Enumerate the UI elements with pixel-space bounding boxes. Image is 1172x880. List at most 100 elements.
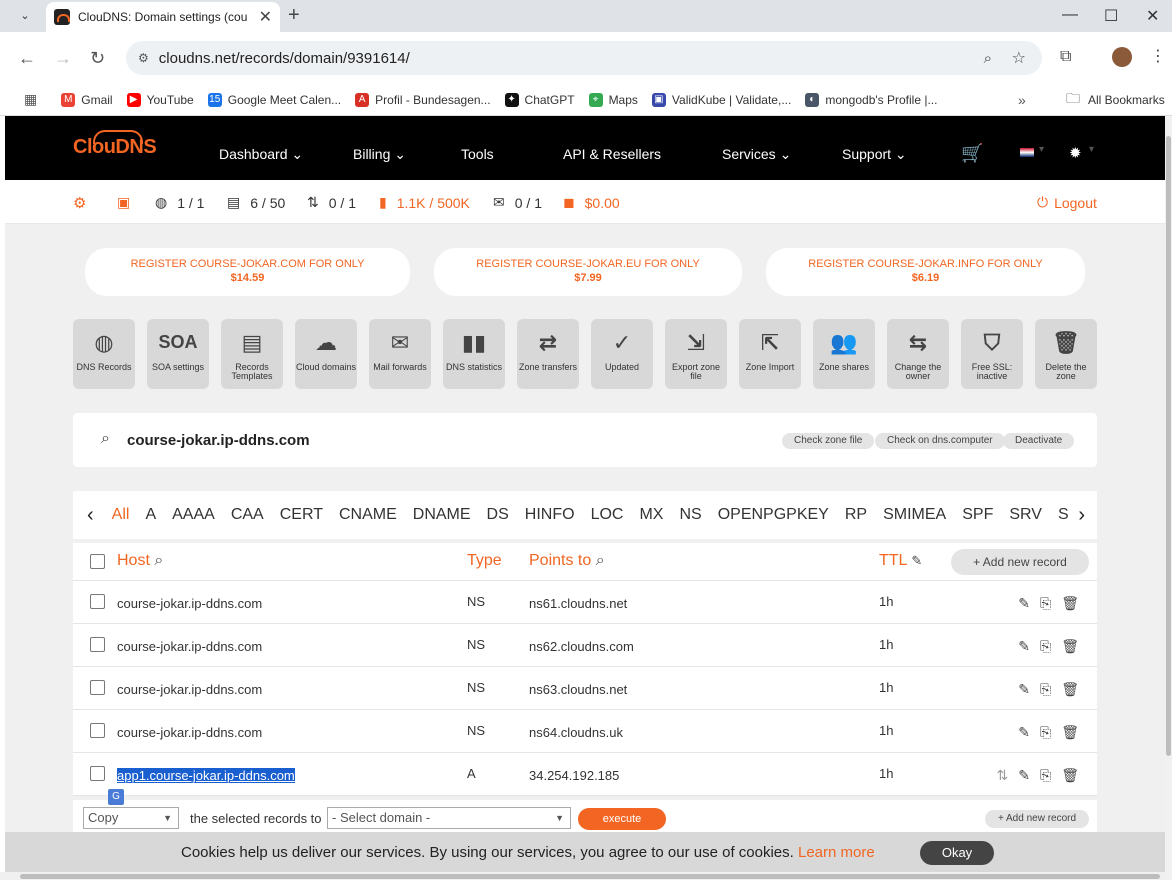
profile-avatar[interactable] (1112, 47, 1132, 67)
okay-button[interactable]: Okay (920, 841, 994, 865)
promo-eu[interactable]: REGISTER COURSE-JOKAR.EU FOR ONLY $7.99 (434, 248, 742, 296)
translate-icon[interactable]: G (108, 789, 124, 805)
row-host[interactable]: course-jokar.ip-ddns.com (117, 596, 262, 611)
apps-grid-icon[interactable]: ▦ (24, 91, 37, 108)
all-bookmarks[interactable]: 🗀 All Bookmarks (1066, 88, 1165, 112)
filter-mx[interactable]: MX (639, 506, 663, 524)
edit-icon[interactable]: ✎ (1018, 595, 1030, 612)
bookmark-item[interactable]: ▶ YouTube (126, 92, 194, 107)
row-host[interactable]: course-jokar.ip-ddns.com (117, 725, 262, 740)
tool-owner[interactable]: ⇆ Change the owner (887, 319, 949, 389)
maximize-icon[interactable]: ☐ (1104, 6, 1118, 26)
tool-cloud[interactable]: ☁ Cloud domains (295, 319, 357, 389)
delete-icon[interactable]: 🗑 (1061, 595, 1079, 612)
filter-cname[interactable]: CNAME (339, 506, 397, 524)
tab-search-chevron-icon[interactable]: ⌄ (14, 6, 36, 26)
bookmark-item[interactable]: ✦ ChatGPT (504, 92, 575, 107)
filter-s[interactable]: S (1058, 506, 1069, 524)
reload-icon[interactable]: ↻ (90, 48, 105, 69)
host-header[interactable]: Host ⌕ (117, 552, 163, 570)
menu-dots-icon[interactable]: ⋮ (1150, 46, 1166, 66)
url-text[interactable]: cloudns.net/records/domain/9391614/ (159, 50, 410, 67)
edit-icon[interactable]: ✎ (1018, 681, 1030, 698)
row-host[interactable]: app1.course-jokar.ip-ddns.com (117, 768, 295, 783)
execute-button[interactable]: execute (578, 808, 666, 830)
nav-services[interactable]: Services ⌄ (722, 146, 791, 163)
delete-icon[interactable]: 🗑 (1061, 638, 1079, 655)
vertical-scrollbar[interactable] (1165, 116, 1172, 880)
filter-rp[interactable]: RP (845, 506, 867, 524)
filters-prev-icon[interactable]: ‹ (87, 504, 94, 527)
bookmark-item[interactable]: 15 Google Meet Calen... (207, 92, 341, 107)
delete-icon[interactable]: 🗑 (1061, 681, 1079, 698)
copy-record-icon[interactable]: ⎘ (1040, 724, 1051, 741)
filter-caa[interactable]: CAA (231, 506, 264, 524)
more-bookmarks-icon[interactable]: » (1018, 92, 1026, 108)
uk-flag-icon[interactable] (1020, 148, 1034, 157)
theme-chevron-icon[interactable]: ▾ (1089, 144, 1094, 155)
language-chevron-icon[interactable]: ▾ (1039, 144, 1044, 155)
points-to-header[interactable]: Points to ⌕ (529, 552, 605, 570)
filter-smimea[interactable]: SMIMEA (883, 506, 946, 524)
row-host[interactable]: course-jokar.ip-ddns.com (117, 682, 262, 697)
tool-trash[interactable]: 🗑 Delete the zone (1035, 319, 1097, 389)
close-window-icon[interactable]: ✕ (1146, 6, 1159, 26)
theme-gear-icon[interactable]: ✹ (1069, 144, 1082, 162)
new-tab-icon[interactable]: + (288, 4, 300, 27)
tool-users[interactable]: 👥 Zone shares (813, 319, 875, 389)
tool-globe[interactable]: ◍ DNS Records (73, 319, 135, 389)
filter-a[interactable]: A (145, 506, 156, 524)
filter-spf[interactable]: SPF (962, 506, 993, 524)
copy-record-icon[interactable]: ⎘ (1040, 595, 1051, 612)
row-checkbox[interactable] (90, 680, 105, 695)
cart-icon[interactable]: 🛒 (961, 143, 983, 164)
promo-info[interactable]: REGISTER COURSE-JOKAR.INFO FOR ONLY $6.19 (766, 248, 1085, 296)
zoom-icon[interactable]: ⌕ (984, 50, 992, 67)
select-all-checkbox[interactable] (90, 554, 105, 569)
type-header[interactable]: Type (467, 552, 502, 570)
bookmark-item[interactable]: ◐ mongodb's Profile |... (805, 92, 937, 107)
filter-dname[interactable]: DNAME (413, 506, 471, 524)
row-checkbox[interactable] (90, 766, 105, 781)
filter-ds[interactable]: DS (487, 506, 509, 524)
tool-check[interactable]: ✓ Updated (591, 319, 653, 389)
edit-icon[interactable]: ✎ (1018, 724, 1030, 741)
filter-openpgpkey[interactable]: OPENPGPKEY (718, 506, 829, 524)
add-new-record-button[interactable]: + Add new record (951, 549, 1089, 575)
nav-dashboard[interactable]: Dashboard ⌄ (219, 146, 303, 163)
close-tab-icon[interactable]: ✕ (259, 7, 272, 27)
filter-all[interactable]: All (112, 506, 130, 524)
address-bar[interactable]: ⚙ cloudns.net/records/domain/9391614/ ⌕ … (126, 41, 1042, 75)
extensions-icon[interactable]: ⧉ (1060, 48, 1071, 66)
tag-icon[interactable]: ▣ (117, 194, 130, 211)
filter-loc[interactable]: LOC (591, 506, 624, 524)
promo-com[interactable]: REGISTER COURSE-JOKAR.COM FOR ONLY $14.59 (85, 248, 410, 296)
tool-export[interactable]: ⇲ Export zone file (665, 319, 727, 389)
add-new-record-bottom-button[interactable]: + Add new record (985, 810, 1089, 828)
filter-ns[interactable]: NS (679, 506, 701, 524)
bookmark-star-icon[interactable]: ☆ (1012, 48, 1026, 68)
deactivate-button[interactable]: Deactivate (1003, 433, 1075, 449)
learn-more-link[interactable]: Learn more (798, 844, 875, 861)
delete-icon[interactable]: 🗑 (1061, 767, 1079, 784)
row-checkbox[interactable] (90, 723, 105, 738)
filter-srv[interactable]: SRV (1009, 506, 1042, 524)
tool-template[interactable]: ▤ Records Templates (221, 319, 283, 389)
target-domain-select[interactable]: - Select domain - ▼ (327, 807, 571, 829)
tool-transfer[interactable]: ⇄ Zone transfers (517, 319, 579, 389)
minimize-icon[interactable]: — (1062, 6, 1078, 24)
copy-record-icon[interactable]: ⎘ (1040, 681, 1051, 698)
logout-link[interactable]: ⏻ Logout (1037, 194, 1097, 211)
nav-billing[interactable]: Billing ⌄ (353, 146, 406, 163)
settings-icon[interactable]: ⚙ (73, 194, 86, 212)
tool-import[interactable]: ⇱ Zone Import (739, 319, 801, 389)
nav-support[interactable]: Support ⌄ (842, 146, 907, 163)
delete-icon[interactable]: 🗑 (1061, 724, 1079, 741)
bulk-action-select[interactable]: Copy ▼ (83, 807, 179, 829)
copy-record-icon[interactable]: ⎘ (1040, 767, 1051, 784)
check-dns-computer-button[interactable]: Check on dns.computer (875, 433, 1005, 449)
filter-hinfo[interactable]: HINFO (525, 506, 575, 524)
back-icon[interactable]: ← (18, 48, 36, 69)
copy-record-icon[interactable]: ⎘ (1040, 638, 1051, 655)
row-host[interactable]: course-jokar.ip-ddns.com (117, 639, 262, 654)
